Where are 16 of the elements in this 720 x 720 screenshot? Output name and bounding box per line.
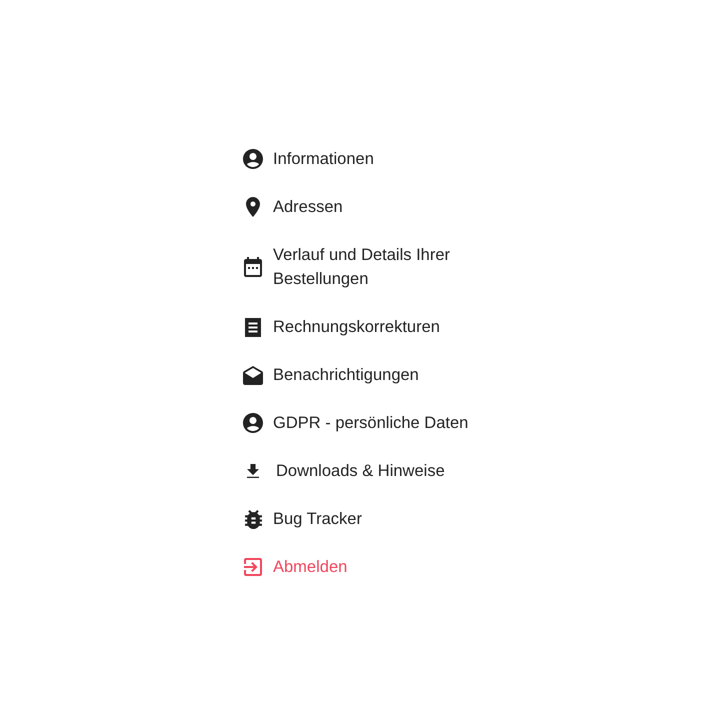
download-icon (247, 464, 259, 478)
logout-icon (244, 558, 262, 576)
calendar-icon (244, 257, 262, 277)
menu-link[interactable]: GDPR - persönliche Daten (243, 411, 468, 435)
open-envelope-icon (243, 366, 263, 384)
location-pin-icon (246, 197, 260, 217)
menu-link[interactable]: Adressen (243, 195, 343, 219)
menu-link[interactable]: Benachrichtigungen (243, 363, 419, 387)
menu-link[interactable]: Verlauf und Details Ihrer Bestellungen (243, 243, 493, 291)
menu-link[interactable]: Abmelden (243, 555, 348, 579)
menu-link[interactable]: Rechnungskorrekturen (243, 315, 440, 339)
bug-icon (244, 510, 262, 528)
menu-link[interactable]: Informationen (243, 147, 374, 171)
menu-link[interactable]: Bug Tracker (243, 507, 362, 531)
menu-link[interactable]: Downloads & Hinweise (243, 459, 445, 483)
receipt-icon (245, 318, 261, 336)
